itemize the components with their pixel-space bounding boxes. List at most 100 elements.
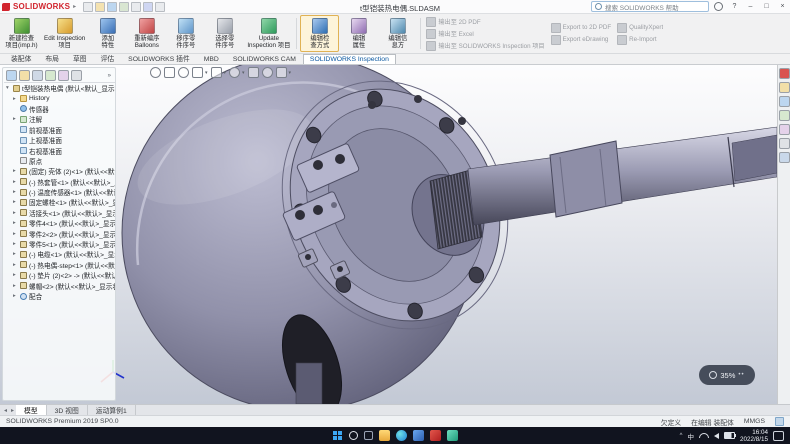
file-explorer-icon[interactable]	[379, 430, 390, 441]
design-library-icon[interactable]	[779, 82, 790, 93]
tab-3d-views[interactable]: 3D 视图	[47, 405, 88, 415]
zoom-indicator[interactable]: 35% ••	[699, 365, 755, 385]
edit-appearance-icon[interactable]	[262, 67, 273, 78]
zoom-fit-icon[interactable]	[150, 67, 161, 78]
tab-motion-study[interactable]: 运动算例1	[88, 405, 136, 415]
expand-arrow-icon[interactable]: ▸	[13, 116, 18, 122]
tree-item-component[interactable]: ▸ (-) 垫片 (2)<2> -> (默认<<默认>_显	[4, 270, 115, 280]
graphics-viewport[interactable]: ▾ ▾ ▾ ▾ » ▾ t型铠装热电偶 (默认	[0, 65, 777, 404]
options-gear-button[interactable]	[712, 1, 725, 12]
save-icon[interactable]	[107, 2, 117, 12]
expand-arrow-icon[interactable]: ▸	[13, 179, 18, 185]
app-teal-icon[interactable]	[447, 430, 458, 441]
solidworks-icon[interactable]	[430, 430, 441, 441]
edit-properties-button[interactable]: 编辑 属性	[339, 15, 378, 52]
notification-icon[interactable]	[773, 431, 784, 441]
tab-model[interactable]: 模型	[16, 405, 47, 415]
chevron-down-icon[interactable]: ▾	[242, 70, 245, 76]
search-icon[interactable]	[349, 431, 358, 440]
displaymanager-icon[interactable]	[58, 70, 69, 81]
tree-item-top-plane[interactable]: 上视基准面	[4, 135, 115, 145]
expand-arrow-icon[interactable]: ▸	[13, 210, 18, 216]
search-input[interactable]: 搜索 SOLIDWORKS 帮助	[591, 1, 709, 12]
qualityxpert-button[interactable]: QualityXpert	[617, 23, 663, 33]
export-to-2dpdf-button[interactable]: Export to 2D PDF	[551, 23, 612, 33]
custom-properties-icon[interactable]	[779, 138, 790, 149]
tree-item-component[interactable]: ▸ (-) 温度传感器<1> (默认<<默认>_显示	[4, 187, 115, 197]
reimport-button[interactable]: Re-Import	[617, 35, 663, 45]
tree-item-front-plane[interactable]: 前视基准面	[4, 125, 115, 135]
rebuild-icon[interactable]	[155, 2, 165, 12]
ime-indicator[interactable]: 中	[687, 431, 694, 441]
propertymanager-icon[interactable]	[19, 70, 30, 81]
expand-arrow-icon[interactable]: ▸	[13, 189, 18, 195]
menu-expand-arrow-icon[interactable]: ▸	[73, 3, 76, 10]
appearances-icon[interactable]	[779, 124, 790, 135]
edit-info-button[interactable]: 编辑信 息方	[378, 15, 417, 52]
expand-arrow-icon[interactable]: ▸	[13, 262, 18, 268]
hide-show-items-icon[interactable]	[248, 67, 259, 78]
export-inspection-project-button[interactable]: 输出至 SOLIDWORKS Inspection 项目	[426, 41, 544, 51]
minimize-button[interactable]: –	[744, 1, 757, 12]
tree-item-component[interactable]: ▸ 螺帽<2> (默认<<默认>_显示状态-	[4, 280, 115, 290]
expand-arrow-icon[interactable]: ▸	[13, 293, 18, 299]
export-2dpdf-button[interactable]: 输出至 2D PDF	[426, 17, 544, 27]
update-inspection-button[interactable]: Update Inspection 项目	[244, 15, 293, 52]
new-inspection-project-button[interactable]: 新建检查 项目(imp.h)	[2, 15, 41, 52]
tab-scroll-left-icon[interactable]: ◂	[2, 405, 9, 415]
volume-icon[interactable]	[714, 433, 719, 439]
print-icon[interactable]	[119, 2, 129, 12]
tree-item-component[interactable]: ▸ 活接头<1> (默认<<默认>_显示状态-	[4, 208, 115, 218]
open-icon[interactable]	[95, 2, 105, 12]
tab-layout[interactable]: 布局	[38, 51, 66, 64]
expand-arrow-icon[interactable]: ▾	[6, 85, 11, 91]
zoom-area-icon[interactable]	[164, 67, 175, 78]
tree-item-mates[interactable]: ▸ 配合	[4, 291, 115, 301]
units-status[interactable]: MMGS	[744, 418, 765, 425]
close-button[interactable]: ×	[776, 1, 789, 12]
help-button[interactable]: ?	[728, 1, 741, 12]
tree-item-history[interactable]: ▸ History	[4, 93, 115, 103]
tab-evaluate[interactable]: 评估	[94, 51, 122, 64]
export-edrawing-button[interactable]: Export eDrawing	[551, 35, 612, 45]
expand-arrow-icon[interactable]: ▸	[13, 251, 18, 257]
tree-item-component[interactable]: ▸ (固定) 壳体 (2)<1> (默认<<默认>_显示状	[4, 166, 115, 176]
file-explorer-icon[interactable]	[779, 96, 790, 107]
expand-arrow-icon[interactable]: ▸	[13, 272, 18, 278]
chevron-down-icon[interactable]: ▾	[289, 70, 292, 76]
add-characteristic-button[interactable]: 添加 特性	[88, 15, 127, 52]
featuremanager-tree-icon[interactable]	[6, 70, 17, 81]
tree-item-right-plane[interactable]: 右视基准面	[4, 145, 115, 155]
edit-inspection-project-button[interactable]: Edit Inspection 项目	[41, 15, 88, 52]
hidden-icons-chevron[interactable]: ^	[680, 433, 683, 439]
configurationmanager-icon[interactable]	[32, 70, 43, 81]
export-excel-button[interactable]: 输出至 Excel	[426, 29, 544, 39]
edit-inspection-method-button[interactable]: 编辑检 查方式	[300, 15, 339, 52]
undo-icon[interactable]	[131, 2, 141, 12]
expand-arrow-icon[interactable]: ▸	[13, 231, 18, 237]
task-view-icon[interactable]	[364, 431, 373, 440]
expand-arrow-icon[interactable]: ▸	[13, 168, 18, 174]
tree-item-component[interactable]: ▸ (-) 热电偶-step<1> (默认<<默认>_	[4, 260, 115, 270]
solidworks-resources-icon[interactable]	[779, 68, 790, 79]
panel-collapse-chevron-icon[interactable]: »	[106, 73, 113, 79]
inspection-manager-icon[interactable]	[71, 70, 82, 81]
forum-icon[interactable]	[779, 152, 790, 163]
tab-scroll-right-icon[interactable]: ▸	[9, 405, 16, 415]
tab-addins[interactable]: SOLIDWORKS 插件	[121, 51, 197, 64]
maximize-button[interactable]: □	[760, 1, 773, 12]
tree-item-component[interactable]: ▸ (-) 电缆<1> (默认<<默认>_显示状态	[4, 249, 115, 259]
select-balloon-button[interactable]: 选择零 件序号	[205, 15, 244, 52]
view-orientation-icon[interactable]	[211, 67, 222, 78]
windows-start-icon[interactable]	[332, 430, 343, 441]
tree-item-annotations[interactable]: ▸ 注解	[4, 114, 115, 124]
network-icon[interactable]	[699, 433, 709, 438]
expand-arrow-icon[interactable]: ▸	[13, 241, 18, 247]
tree-item-component[interactable]: ▸ (-) 热套管<1> (默认<<默认>_显示状态	[4, 177, 115, 187]
expand-arrow-icon[interactable]: ▸	[13, 220, 18, 226]
tab-mbd[interactable]: MBD	[197, 54, 226, 64]
customize-status-icon[interactable]	[775, 417, 784, 426]
previous-view-icon[interactable]	[178, 67, 189, 78]
chevron-down-icon[interactable]: ▾	[224, 70, 227, 76]
tree-item-component[interactable]: ▸ 零件4<1> (默认<<默认>_显示状态-	[4, 218, 115, 228]
